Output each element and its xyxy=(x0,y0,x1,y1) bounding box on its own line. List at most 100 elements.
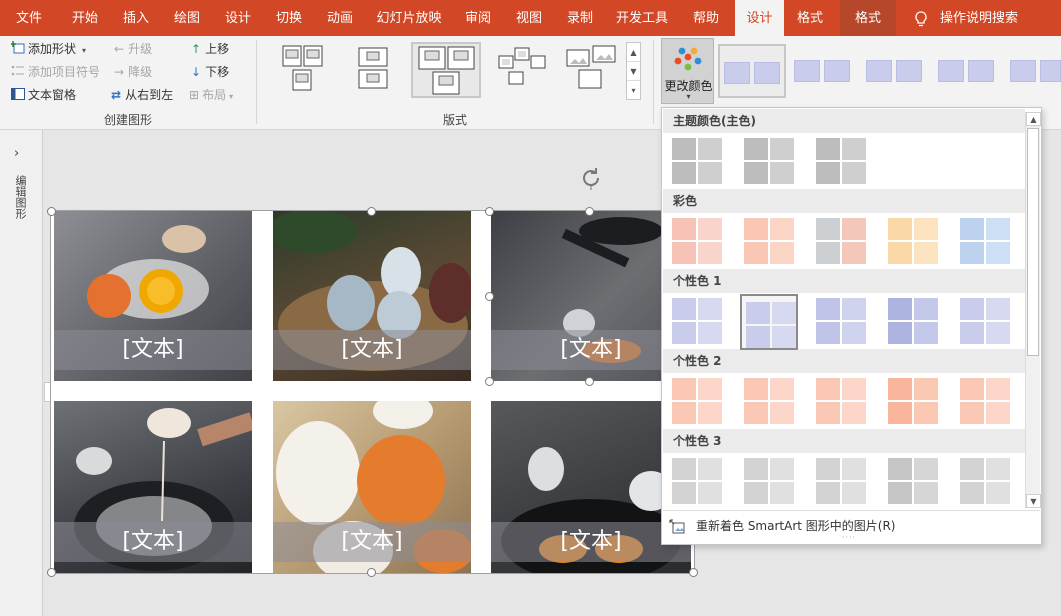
resize-handle-bottom[interactable] xyxy=(367,568,376,577)
demote-button[interactable]: → 降级 xyxy=(114,62,152,82)
rotate-handle-icon[interactable] xyxy=(579,166,603,190)
tell-me-search[interactable]: 操作说明搜索 xyxy=(914,0,1044,36)
tab-picture-format[interactable]: 格式 xyxy=(840,0,896,36)
change-colors-button[interactable]: 更改颜色 ▾ xyxy=(661,38,714,104)
photo-caption[interactable]: [文本] xyxy=(273,330,471,370)
resize-handle-top[interactable] xyxy=(367,207,376,216)
tab-slideshow[interactable]: 幻灯片放映 xyxy=(372,0,446,36)
color-swatch xyxy=(914,322,938,344)
scroll-up-icon[interactable]: ▲ xyxy=(627,43,640,62)
layout-option-2[interactable] xyxy=(343,42,409,98)
color-option-1-1[interactable] xyxy=(670,134,728,190)
color-option-3-5[interactable] xyxy=(958,294,1016,350)
resize-handle-top-right[interactable] xyxy=(585,207,594,216)
color-option-5-2[interactable] xyxy=(742,454,800,510)
color-option-5-1[interactable] xyxy=(670,454,728,510)
tab-view[interactable]: 视图 xyxy=(506,0,552,36)
color-option-4-4[interactable] xyxy=(886,374,944,430)
color-option-2-5[interactable] xyxy=(958,214,1016,270)
scroll-thumb[interactable] xyxy=(1027,128,1039,356)
tab-home[interactable]: 开始 xyxy=(62,0,108,36)
tab-draw[interactable]: 绘图 xyxy=(164,0,210,36)
smartart-graphic[interactable]: [文本] [文本] [文本] [文本] [文本] [文本] xyxy=(50,210,695,574)
photo-caption[interactable]: [文本] xyxy=(273,522,471,562)
color-option-2-2[interactable] xyxy=(742,214,800,270)
color-option-5-3[interactable] xyxy=(814,454,872,510)
tab-design[interactable]: 设计 xyxy=(215,0,261,36)
smartart-style-1[interactable] xyxy=(718,44,786,98)
resize-handle-bottom-left[interactable] xyxy=(47,568,56,577)
scroll-up-icon[interactable]: ▲ xyxy=(1026,112,1041,126)
color-option-4-2[interactable] xyxy=(742,374,800,430)
layout-button[interactable]: ⊞ 布局 ▾ xyxy=(189,85,233,105)
color-option-3-2[interactable] xyxy=(740,294,798,350)
color-option-3-4[interactable] xyxy=(886,294,944,350)
tab-animations[interactable]: 动画 xyxy=(317,0,363,36)
color-option-2-4[interactable] xyxy=(886,214,944,270)
tab-record[interactable]: 录制 xyxy=(557,0,603,36)
arrow-down-icon: ↓ xyxy=(191,65,202,79)
photo-caption[interactable]: [文本] xyxy=(54,330,252,370)
tab-insert[interactable]: 插入 xyxy=(113,0,159,36)
layouts-gallery-scroll[interactable]: ▲ ▼ ▾ xyxy=(626,42,641,100)
promote-button[interactable]: ← 升级 xyxy=(114,39,152,59)
tab-smartart-design[interactable]: 设计 xyxy=(735,0,784,36)
resize-handle-top-left[interactable] xyxy=(47,207,56,216)
picture-placeholder[interactable]: [文本] xyxy=(54,211,252,381)
color-option-2-1[interactable] xyxy=(670,214,728,270)
color-swatch xyxy=(960,458,984,480)
color-option-3-1[interactable] xyxy=(670,294,728,350)
add-bullet-button[interactable]: 添加项目符号 xyxy=(11,62,100,82)
color-swatch xyxy=(842,162,866,184)
photo-caption[interactable]: [文本] xyxy=(54,522,252,562)
resize-handle-shape[interactable] xyxy=(485,377,494,386)
color-swatch xyxy=(816,242,840,264)
picture-placeholder[interactable]: [文本] xyxy=(54,401,252,573)
resize-grip[interactable]: ···· xyxy=(842,533,856,542)
color-option-4-3[interactable] xyxy=(814,374,872,430)
resize-handle-shape[interactable] xyxy=(485,207,494,216)
style-swatch xyxy=(1010,60,1036,82)
style-swatch xyxy=(724,62,750,84)
smartart-style-3[interactable] xyxy=(862,44,930,98)
tab-transitions[interactable]: 切换 xyxy=(266,0,312,36)
smartart-style-4[interactable] xyxy=(934,44,1002,98)
layout-option-4[interactable] xyxy=(489,42,555,98)
picture-placeholder[interactable]: [文本] xyxy=(273,401,471,573)
tab-smartart-format[interactable]: 格式 xyxy=(786,0,834,36)
add-shape-button[interactable]: 添加形状 ▾ xyxy=(11,39,86,59)
picture-placeholder[interactable]: [文本] xyxy=(273,211,471,381)
scroll-down-icon[interactable]: ▼ xyxy=(627,62,640,81)
resize-handle-bottom-right[interactable] xyxy=(689,568,698,577)
color-option-4-5[interactable] xyxy=(958,374,1016,430)
move-up-button[interactable]: ↑ 上移 xyxy=(191,39,229,59)
layout-option-3-selected[interactable] xyxy=(411,42,481,98)
color-option-1-3[interactable] xyxy=(814,134,872,190)
color-option-5-4[interactable] xyxy=(886,454,944,510)
color-option-3-3[interactable] xyxy=(814,294,872,350)
text-pane-button[interactable]: 文本窗格 xyxy=(11,85,76,105)
tab-help[interactable]: 帮助 xyxy=(683,0,729,36)
chevron-down-icon: ▾ xyxy=(82,46,87,55)
tab-file[interactable]: 文件 xyxy=(6,0,52,36)
resize-handle-shape[interactable] xyxy=(485,292,494,301)
color-option-2-3[interactable] xyxy=(814,214,872,270)
move-down-button[interactable]: ↓ 下移 xyxy=(191,62,229,82)
tab-developer[interactable]: 开发工具 xyxy=(611,0,673,36)
smartart-style-5[interactable] xyxy=(1006,44,1061,98)
layout-option-5[interactable] xyxy=(561,42,627,98)
demote-label: 降级 xyxy=(128,65,153,79)
scroll-down-icon[interactable]: ▼ xyxy=(1026,494,1041,508)
right-to-left-button[interactable]: ⇄ 从右到左 xyxy=(111,85,173,105)
expand-chevron-icon[interactable]: › xyxy=(14,146,19,161)
color-option-4-1[interactable] xyxy=(670,374,728,430)
bullet-list-icon xyxy=(11,65,24,76)
resize-handle-shape[interactable] xyxy=(585,377,594,386)
dropdown-scrollbar[interactable]: ▲ ▼ xyxy=(1025,112,1041,508)
smartart-style-2[interactable] xyxy=(790,44,858,98)
gallery-expand-icon[interactable]: ▾ xyxy=(627,81,640,100)
color-option-5-5[interactable] xyxy=(958,454,1016,510)
color-option-1-2[interactable] xyxy=(742,134,800,190)
tab-review[interactable]: 审阅 xyxy=(455,0,501,36)
layout-option-1[interactable] xyxy=(271,42,337,98)
